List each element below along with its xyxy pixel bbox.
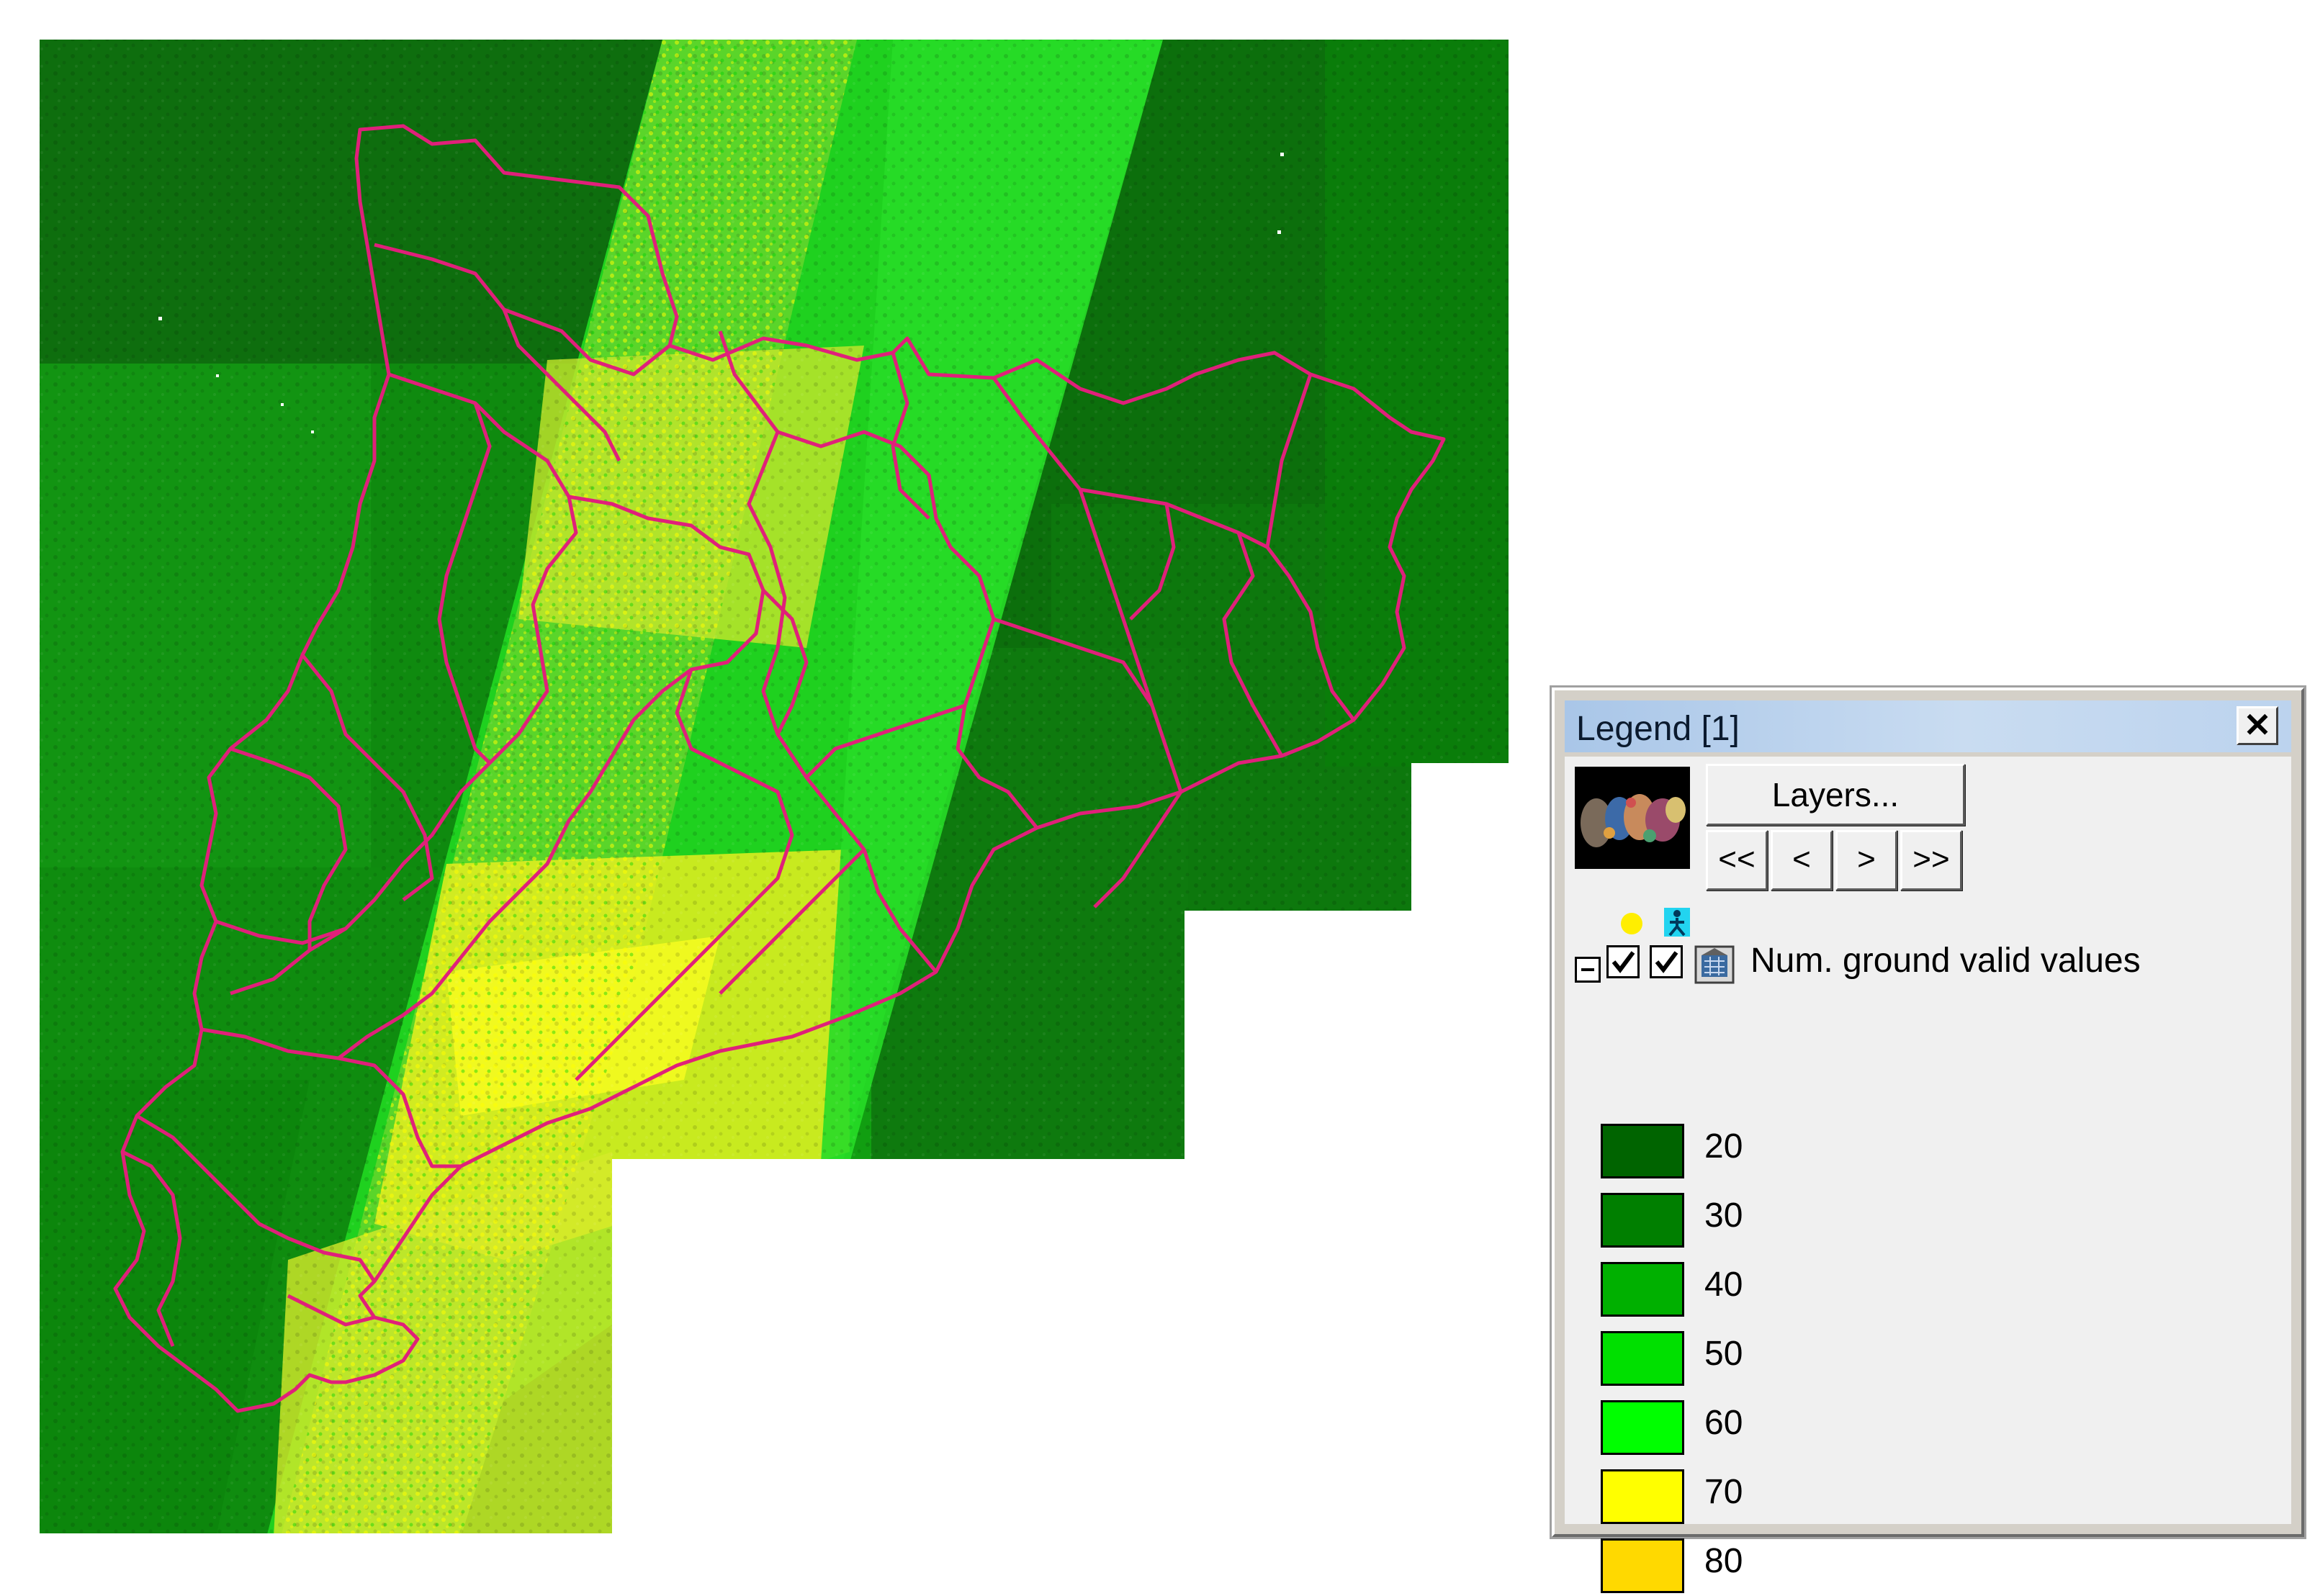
legend-window: Legend [1] ✕ Layers... << < > >> Num. gr… bbox=[1552, 687, 2304, 1593]
color-swatch bbox=[1601, 1538, 1684, 1593]
legend-entry-label: 60 bbox=[1704, 1404, 1743, 1442]
legend-entry-label: 70 bbox=[1704, 1473, 1743, 1511]
layer-queryable-checkbox[interactable] bbox=[1650, 945, 1683, 978]
color-swatch bbox=[1601, 1400, 1684, 1455]
nav-next-button[interactable]: > bbox=[1835, 830, 1897, 891]
legend-title: Legend [1] bbox=[1576, 710, 1740, 748]
legend-entry: 40 bbox=[1601, 1262, 1889, 1320]
legend-entry: 70 bbox=[1601, 1469, 1889, 1527]
legend-entry: 50 bbox=[1601, 1331, 1889, 1389]
visible-column-icon bbox=[1621, 913, 1642, 934]
minus-icon bbox=[1581, 968, 1594, 971]
legend-body: Layers... << < > >> Num. ground valid va… bbox=[1565, 757, 2291, 1593]
legend-entry-label: 40 bbox=[1704, 1266, 1743, 1304]
checkmark-icon bbox=[1655, 951, 1678, 973]
color-swatch bbox=[1601, 1331, 1684, 1386]
layers-button[interactable]: Layers... bbox=[1706, 764, 1965, 826]
legend-entry: 60 bbox=[1601, 1400, 1889, 1458]
color-swatch bbox=[1601, 1193, 1684, 1248]
legend-entry-label: 30 bbox=[1704, 1196, 1743, 1235]
layer-visible-checkbox[interactable] bbox=[1606, 945, 1640, 978]
legend-entry: 30 bbox=[1601, 1193, 1889, 1250]
legend-entry: 20 bbox=[1601, 1124, 1889, 1181]
queryable-column-icon bbox=[1664, 908, 1690, 937]
raster-layer-icon[interactable] bbox=[1694, 945, 1735, 984]
nav-first-button[interactable]: << bbox=[1706, 830, 1768, 891]
checkmark-icon bbox=[1611, 951, 1635, 973]
legend-entry: 80 bbox=[1601, 1538, 1889, 1596]
tree-collapse-toggle[interactable] bbox=[1575, 957, 1601, 983]
color-swatch bbox=[1601, 1124, 1684, 1178]
legend-title-bar[interactable]: Legend [1] ✕ bbox=[1565, 700, 2291, 752]
nav-last-button[interactable]: >> bbox=[1900, 830, 1962, 891]
color-swatch bbox=[1601, 1469, 1684, 1524]
color-swatch bbox=[1601, 1262, 1684, 1317]
map-thumbnail-icon[interactable] bbox=[1575, 767, 1690, 869]
nav-prev-button[interactable]: < bbox=[1771, 830, 1833, 891]
close-icon: ✕ bbox=[2243, 706, 2272, 744]
map-view[interactable] bbox=[0, 0, 1519, 1555]
layer-name[interactable]: Num. ground valid values bbox=[1750, 941, 2141, 980]
close-button[interactable]: ✕ bbox=[2237, 706, 2278, 745]
legend-entry-label: 50 bbox=[1704, 1335, 1743, 1373]
legend-entry-label: 20 bbox=[1704, 1127, 1743, 1166]
legend-entry-label: 80 bbox=[1704, 1542, 1743, 1580]
